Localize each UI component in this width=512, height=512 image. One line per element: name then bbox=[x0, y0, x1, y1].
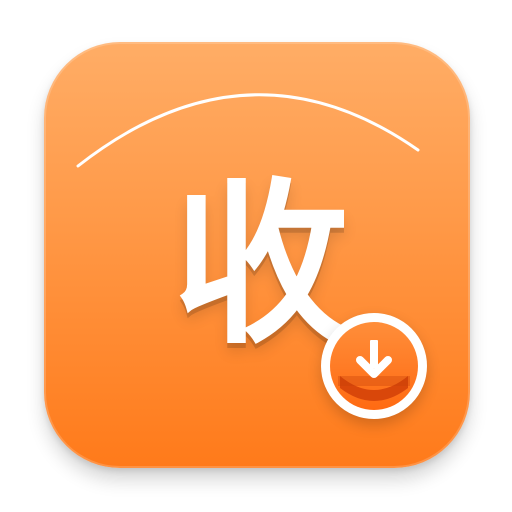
app-icon[interactable]: 收 bbox=[44, 42, 470, 468]
download-badge bbox=[321, 313, 427, 419]
badge-inner-circle bbox=[330, 322, 418, 410]
download-arrow-icon bbox=[338, 340, 410, 401]
icon-canvas: 收 bbox=[0, 0, 512, 512]
